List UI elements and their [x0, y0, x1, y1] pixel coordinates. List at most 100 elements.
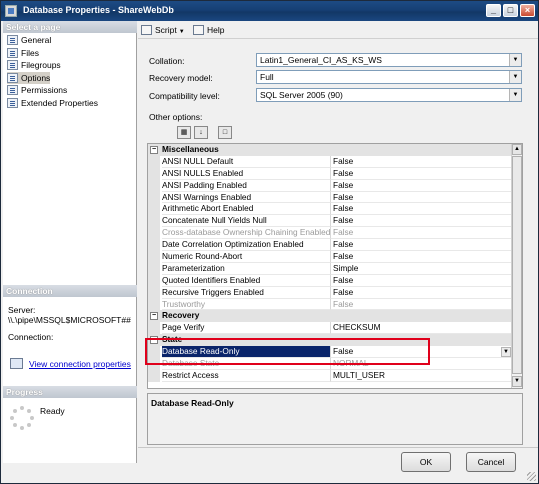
recovery-model-select[interactable]: Full ▼ [256, 70, 522, 84]
property-row[interactable]: Page Verify CHECKSUM [148, 322, 512, 335]
property-row[interactable]: Date Correlation Optimization Enabled Fal… [148, 239, 512, 252]
property-row[interactable]: ANSI Warnings Enabled False [148, 191, 512, 204]
connection-header: Connection [3, 285, 137, 297]
categorized-view-icon[interactable]: ▦ [177, 126, 191, 139]
progress-spinner-icon [10, 406, 34, 430]
property-name: Trustworthy [162, 299, 330, 311]
property-pages-icon[interactable]: □ [218, 126, 232, 139]
collapse-icon[interactable]: − [150, 146, 158, 154]
chevron-down-icon[interactable]: ▼ [509, 89, 521, 101]
page-icon [7, 47, 18, 58]
connection-label: Connection: [8, 332, 54, 342]
compatibility-level-label: Compatibility level: [149, 91, 220, 101]
row-gutter [148, 298, 160, 311]
sidebar-item-files[interactable]: Files [7, 47, 39, 59]
property-row[interactable]: Arithmetic Abort Enabled False [148, 203, 512, 216]
sidebar-item-options[interactable]: Options [7, 71, 51, 84]
property-value[interactable]: Simple [330, 262, 512, 275]
compatibility-level-value: SQL Server 2005 (90) [260, 90, 343, 100]
sidebar-item-filegroups[interactable]: Filegroups [7, 59, 61, 71]
collation-value: Latin1_General_CI_AS_KS_WS [260, 55, 382, 65]
sidebar-item-general[interactable]: General [7, 34, 51, 46]
script-dropdown-icon[interactable]: ▼ [179, 29, 185, 35]
page-icon [7, 85, 18, 95]
highlight-annotation-box [145, 338, 430, 365]
vertical-scrollbar[interactable]: ▲ ▼ [511, 144, 522, 388]
property-row[interactable]: ANSI Padding Enabled False [148, 179, 512, 192]
help-icon [193, 25, 204, 35]
property-value[interactable]: False [330, 155, 512, 168]
property-value[interactable]: False [330, 167, 512, 180]
sidebar-item-label: Filegroups [21, 60, 61, 70]
database-properties-window: Database Properties - ShareWebDb _ □ × S… [0, 0, 539, 484]
property-row[interactable]: Quoted Identifiers Enabled False [148, 274, 512, 287]
sort-alphabetical-icon[interactable]: ↓ [194, 126, 208, 139]
property-value[interactable]: False [330, 179, 512, 192]
script-button[interactable]: Script ▼ [141, 24, 185, 36]
property-name: ANSI Warnings Enabled [162, 192, 330, 204]
property-value: False [330, 298, 512, 311]
sidebar-item-label: Files [21, 47, 39, 58]
progress-header: Progress [3, 386, 137, 398]
sidebar-item-permissions[interactable]: Permissions [7, 84, 67, 96]
property-row[interactable]: Parameterization Simple [148, 262, 512, 275]
property-category[interactable]: − Recovery [148, 310, 512, 323]
page-icon [7, 72, 18, 83]
property-row[interactable]: ANSI NULLS Enabled False [148, 167, 512, 180]
property-row[interactable]: Restrict Access MULTI_USER [148, 369, 512, 382]
property-name: Date Correlation Optimization Enabled [162, 239, 330, 252]
chevron-down-icon[interactable]: ▼ [509, 71, 521, 83]
row-gutter [148, 215, 160, 228]
ok-button[interactable]: OK [401, 452, 451, 472]
row-gutter [148, 155, 160, 168]
row-gutter [148, 251, 160, 263]
property-value[interactable]: False [330, 239, 512, 252]
scrollbar-thumb[interactable] [512, 156, 522, 374]
close-icon[interactable]: × [520, 4, 535, 17]
collapse-icon[interactable]: − [150, 312, 158, 321]
maximize-icon[interactable]: □ [503, 4, 518, 17]
property-name: ANSI NULL Default [162, 156, 330, 168]
collation-select[interactable]: Latin1_General_CI_AS_KS_WS ▼ [256, 53, 522, 67]
help-button[interactable]: Help [193, 24, 224, 36]
sidebar-item-label: Extended Properties [21, 97, 99, 108]
property-value[interactable]: MULTI_USER [330, 369, 512, 382]
recovery-model-label: Recovery model: [149, 73, 213, 83]
row-gutter [148, 274, 160, 287]
property-name: Quoted Identifiers Enabled [162, 275, 330, 287]
property-value[interactable]: CHECKSUM [330, 322, 512, 335]
scroll-down-icon[interactable]: ▼ [512, 376, 522, 387]
row-gutter [148, 262, 160, 275]
property-value[interactable]: False [330, 286, 512, 299]
property-category[interactable]: − Miscellaneous [148, 144, 512, 156]
property-row[interactable]: Concatenate Null Yields Null False [148, 215, 512, 228]
property-value[interactable]: False [330, 274, 512, 287]
progress-status: Ready [40, 406, 65, 416]
window-title: Database Properties - ShareWebDb [23, 5, 174, 15]
scroll-up-icon[interactable]: ▲ [512, 144, 522, 155]
sidebar-item-label: Permissions [21, 85, 68, 95]
property-name: Parameterization [162, 263, 330, 275]
property-row[interactable]: Cross-database Ownership Chaining Enable… [148, 227, 512, 240]
resize-grip-icon[interactable] [527, 472, 536, 481]
server-label: Server: [8, 305, 36, 315]
page-icon [7, 35, 18, 45]
property-value[interactable]: False [330, 203, 512, 216]
cancel-button[interactable]: Cancel [466, 452, 516, 472]
chevron-down-icon[interactable]: ▼ [501, 347, 511, 358]
property-row[interactable]: ANSI NULL Default False [148, 155, 512, 168]
property-value[interactable]: False [330, 215, 512, 228]
property-value[interactable]: False [330, 251, 512, 263]
compatibility-level-select[interactable]: SQL Server 2005 (90) ▼ [256, 88, 522, 102]
property-value[interactable]: False [330, 191, 512, 204]
chevron-down-icon[interactable]: ▼ [509, 54, 521, 66]
view-connection-properties-link[interactable]: View connection properties [29, 359, 131, 369]
property-row[interactable]: Recursive Triggers Enabled False [148, 286, 512, 299]
property-row[interactable]: Trustworthy False [148, 298, 512, 311]
recovery-model-value: Full [260, 72, 274, 82]
property-row[interactable]: Numeric Round-Abort False [148, 251, 512, 263]
minimize-icon[interactable]: _ [486, 4, 501, 17]
sidebar-item-extended-properties[interactable]: Extended Properties [7, 97, 98, 109]
property-name: Cross-database Ownership Chaining Enable… [162, 227, 330, 240]
title-bar[interactable]: Database Properties - ShareWebDb _ □ × [1, 1, 538, 21]
